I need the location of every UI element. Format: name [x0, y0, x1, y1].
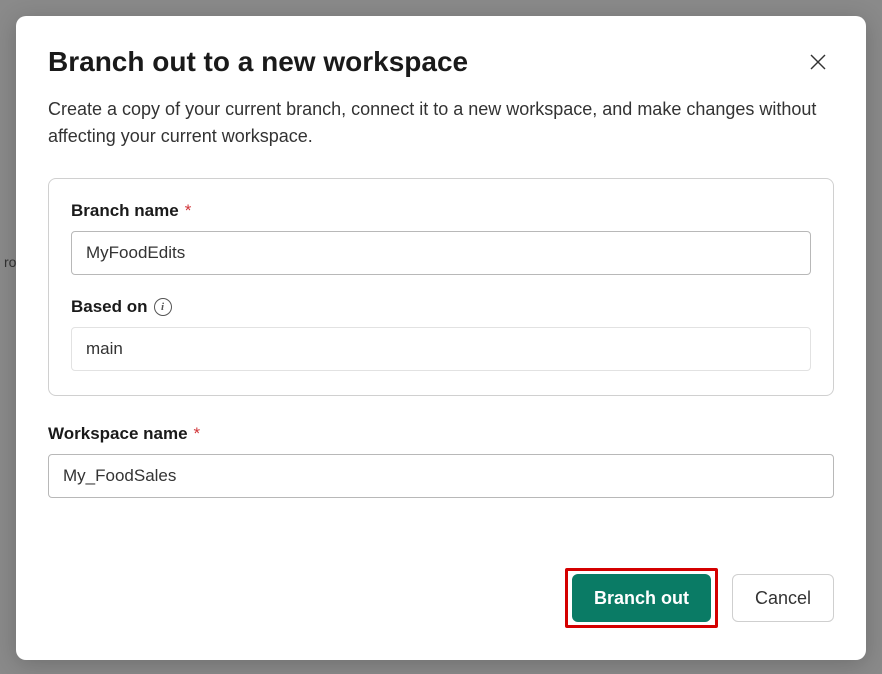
based-on-label: Based on i — [71, 297, 811, 317]
highlight-annotation: Branch out — [565, 568, 718, 628]
cancel-button[interactable]: Cancel — [732, 574, 834, 622]
dialog-subtitle: Create a copy of your current branch, co… — [48, 96, 834, 150]
based-on-group: Based on i main — [71, 297, 811, 371]
workspace-name-input[interactable] — [48, 454, 834, 498]
branch-name-input[interactable] — [71, 231, 811, 275]
workspace-name-label-text: Workspace name — [48, 424, 188, 444]
dialog-title: Branch out to a new workspace — [48, 46, 468, 78]
based-on-label-text: Based on — [71, 297, 148, 317]
branch-name-label: Branch name * — [71, 201, 811, 221]
background-text-fragment: ro — [4, 254, 16, 270]
workspace-name-label: Workspace name * — [48, 424, 834, 444]
workspace-name-group: Workspace name * — [48, 424, 834, 498]
required-indicator: * — [194, 424, 201, 444]
close-icon — [809, 53, 827, 71]
branch-name-group: Branch name * — [71, 201, 811, 275]
dialog-footer: Branch out Cancel — [565, 568, 834, 628]
branch-form-box: Branch name * Based on i main — [48, 178, 834, 396]
info-icon[interactable]: i — [154, 298, 172, 316]
required-indicator: * — [185, 201, 192, 221]
based-on-value: main — [71, 327, 811, 371]
close-button[interactable] — [802, 46, 834, 78]
branch-out-dialog: Branch out to a new workspace Create a c… — [16, 16, 866, 660]
dialog-header: Branch out to a new workspace — [48, 46, 834, 96]
branch-name-label-text: Branch name — [71, 201, 179, 221]
branch-out-button[interactable]: Branch out — [572, 574, 711, 622]
